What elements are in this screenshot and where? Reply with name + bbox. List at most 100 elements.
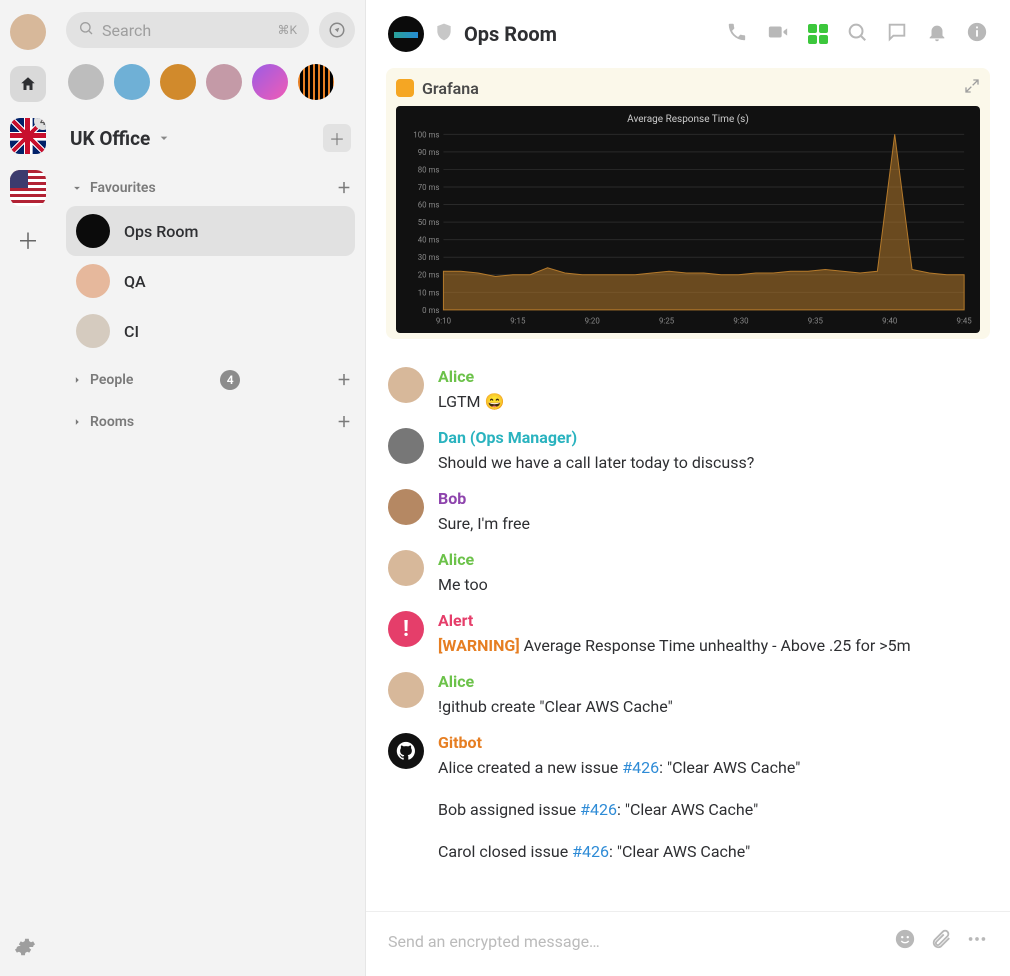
issue-link[interactable]: #426 — [580, 800, 617, 819]
svg-text:20 ms: 20 ms — [418, 271, 440, 280]
smile-icon — [894, 928, 916, 950]
message-text: [WARNING] Average Response Time unhealth… — [438, 634, 988, 658]
issue-link[interactable]: #426 — [622, 758, 659, 777]
message-avatar[interactable] — [388, 733, 424, 769]
home-icon — [19, 75, 37, 93]
section-label: Favourites — [90, 180, 156, 196]
recent-people-row — [68, 64, 355, 100]
chart-container: Average Response Time (s) 0 ms10 ms20 ms… — [396, 106, 980, 333]
message-avatar[interactable] — [388, 550, 424, 586]
message-avatar[interactable]: ! — [388, 611, 424, 647]
svg-text:60 ms: 60 ms — [418, 201, 440, 210]
message-list: AliceLGTM 😄Dan (Ops Manager)Should we ha… — [366, 353, 1010, 911]
expand-button[interactable] — [964, 78, 980, 98]
message-avatar[interactable] — [388, 367, 424, 403]
svg-text:80 ms: 80 ms — [418, 165, 440, 174]
message-input[interactable]: Send an encrypted message… — [388, 932, 880, 951]
self-avatar[interactable] — [10, 14, 46, 50]
recent-person[interactable] — [68, 64, 104, 100]
add-room-button[interactable]: ＋ — [337, 412, 351, 432]
room-item-ci[interactable]: CI — [66, 306, 355, 356]
voice-call-button[interactable] — [726, 21, 748, 48]
gear-icon — [14, 936, 36, 958]
svg-text:9:25: 9:25 — [659, 317, 675, 326]
svg-text:30 ms: 30 ms — [418, 253, 440, 262]
svg-text:10 ms: 10 ms — [418, 288, 440, 297]
message-sender: Gitbot — [438, 733, 988, 752]
message-text: Me too — [438, 573, 988, 597]
section-label: People — [90, 372, 133, 388]
recent-person[interactable] — [160, 64, 196, 100]
chevron-right-icon — [70, 415, 84, 429]
search-placeholder: Search — [102, 21, 151, 40]
more-button[interactable] — [966, 928, 988, 954]
search-input[interactable]: Search ⌘K — [66, 12, 309, 48]
warning-tag: [WARNING] — [438, 636, 524, 655]
recent-person[interactable] — [252, 64, 288, 100]
svg-text:70 ms: 70 ms — [418, 183, 440, 192]
svg-text:50 ms: 50 ms — [418, 218, 440, 227]
bell-icon — [926, 21, 948, 43]
grafana-icon — [396, 79, 414, 97]
recent-person[interactable] — [114, 64, 150, 100]
settings-button[interactable] — [14, 936, 36, 962]
video-icon — [766, 21, 790, 43]
svg-text:9:30: 9:30 — [733, 317, 748, 326]
space-name[interactable]: UK Office — [70, 127, 172, 150]
message-text: !github create "Clear AWS Cache" — [438, 695, 988, 719]
message: Gitbot Alice created a new issue #426: "C… — [388, 733, 988, 882]
space-uk[interactable]: 4 — [10, 118, 46, 154]
recent-person[interactable] — [298, 64, 334, 100]
section-favourites[interactable]: Favourites ＋ — [66, 170, 355, 206]
message-text: Should we have a call later today to dis… — [438, 451, 988, 475]
recent-person[interactable] — [206, 64, 242, 100]
response-time-chart: 0 ms10 ms20 ms30 ms40 ms50 ms60 ms70 ms8… — [402, 129, 974, 329]
grafana-embed-card: Grafana Average Response Time (s) 0 ms10… — [386, 68, 990, 339]
section-rooms[interactable]: Rooms ＋ — [66, 404, 355, 440]
message-avatar[interactable] — [388, 489, 424, 525]
room-avatar[interactable] — [388, 16, 424, 52]
section-label: Rooms — [90, 414, 134, 430]
message: BobSure, I'm free — [388, 489, 988, 536]
svg-text:0 ms: 0 ms — [422, 306, 439, 315]
video-call-button[interactable] — [766, 21, 790, 48]
room-item-ops[interactable]: Ops Room — [66, 206, 355, 256]
expand-icon — [964, 78, 980, 94]
embed-source-label: Grafana — [422, 79, 479, 98]
message-sender: Bob — [438, 489, 988, 508]
add-space-button[interactable]: ＋ — [10, 222, 46, 258]
message-avatar[interactable] — [388, 672, 424, 708]
add-person-button[interactable]: ＋ — [337, 370, 351, 390]
svg-text:9:15: 9:15 — [510, 317, 526, 326]
message-sender: Alice — [438, 367, 988, 386]
room-item-qa[interactable]: QA — [66, 256, 355, 306]
message-avatar[interactable] — [388, 428, 424, 464]
add-favourite-button[interactable]: ＋ — [337, 178, 351, 198]
issue-link[interactable]: #426 — [572, 842, 609, 861]
room-search-button[interactable] — [846, 21, 868, 48]
phone-icon — [726, 21, 748, 43]
threads-button[interactable] — [886, 21, 908, 48]
room-item-label: QA — [124, 272, 146, 291]
apps-button[interactable] — [808, 24, 828, 44]
gitbot-line: Alice created a new issue #426: "Clear A… — [438, 756, 988, 780]
svg-text:90 ms: 90 ms — [418, 148, 440, 157]
message: !Alert[WARNING] Average Response Time un… — [388, 611, 988, 658]
attach-button[interactable] — [930, 928, 952, 954]
room-item-label: CI — [124, 322, 139, 341]
add-button[interactable]: ＋ — [323, 124, 351, 152]
section-people[interactable]: People 4 ＋ — [66, 362, 355, 398]
svg-text:100 ms: 100 ms — [413, 130, 439, 139]
explore-button[interactable] — [319, 12, 355, 48]
svg-text:9:20: 9:20 — [585, 317, 600, 326]
message: AliceMe too — [388, 550, 988, 597]
message: Alice!github create "Clear AWS Cache" — [388, 672, 988, 719]
space-us[interactable] — [10, 170, 46, 206]
home-space[interactable] — [10, 66, 46, 102]
room-info-button[interactable] — [966, 21, 988, 48]
chevron-right-icon — [70, 373, 84, 387]
notifications-button[interactable] — [926, 21, 948, 48]
svg-text:9:35: 9:35 — [808, 317, 824, 326]
emoji-button[interactable] — [894, 928, 916, 954]
us-flag-icon — [10, 170, 46, 206]
